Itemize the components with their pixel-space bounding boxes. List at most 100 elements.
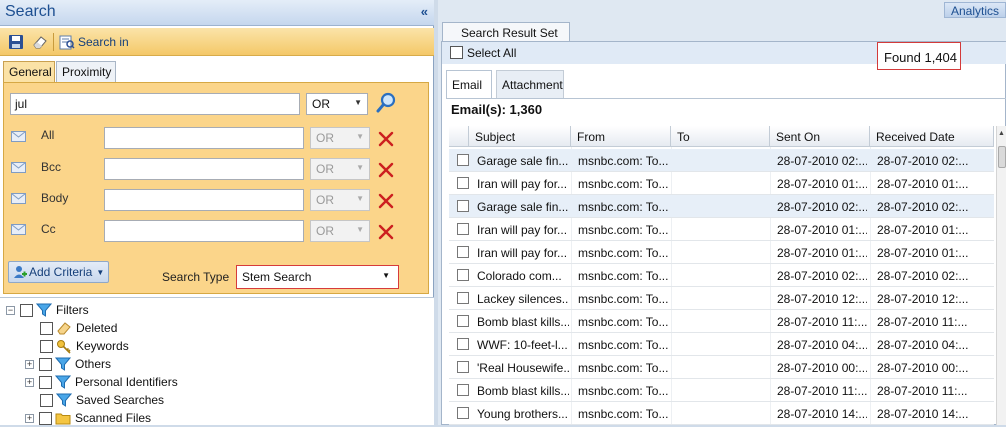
scanned-files-checkbox[interactable] <box>39 411 52 425</box>
cell-subject: Bomb blast kills... <box>477 315 569 329</box>
save-button[interactable] <box>8 32 24 52</box>
criterion-input-body[interactable] <box>104 189 304 211</box>
cell-sent-on: 28-07-2010 01:... <box>777 246 867 260</box>
table-row[interactable]: Lackey silences... msnbc.com: To... 28-07-… <box>449 287 994 310</box>
tree-node-label: Deleted <box>76 321 118 335</box>
row-checkbox[interactable] <box>457 154 469 166</box>
add-criteria-button[interactable]: Add Criteria ▼ <box>8 261 110 283</box>
table-row[interactable]: Iran will pay for... msnbc.com: To... 28-0… <box>449 172 994 195</box>
criterion-operator-value: OR <box>316 131 334 145</box>
table-row[interactable]: Iran will pay for... msnbc.com: To... 28-0… <box>449 241 994 264</box>
envelope-icon <box>11 131 26 142</box>
remove-criterion-icon[interactable] <box>378 162 394 178</box>
row-checkbox[interactable] <box>457 384 469 396</box>
query-operator-value: OR <box>312 97 330 111</box>
row-checkbox[interactable] <box>457 338 469 350</box>
cell-received-date: 28-07-2010 11:... <box>877 384 968 398</box>
table-row[interactable]: WWF: 10-feet-l... msnbc.com: To... 28-07-2… <box>449 333 994 356</box>
criterion-operator-select[interactable]: OR ▼ <box>310 189 370 211</box>
criterion-operator-select[interactable]: OR ▼ <box>310 158 370 180</box>
expand-node-toggle[interactable]: + <box>25 377 34 387</box>
chevron-down-icon: ▼ <box>356 132 364 141</box>
envelope-icon <box>11 224 26 235</box>
criterion-input-bcc[interactable] <box>104 158 304 180</box>
collapse-pane-icon[interactable]: « <box>421 4 428 19</box>
cell-received-date: 28-07-2010 01:... <box>877 177 969 191</box>
table-row[interactable]: Bomb blast kills... msnbc.com: To... 28-07… <box>449 379 994 402</box>
tab-search-result-set[interactable]: Search Result Set <box>442 22 570 42</box>
column-header-from[interactable]: From <box>571 126 671 147</box>
funnel-icon <box>55 357 71 371</box>
eraser-icon <box>33 36 47 49</box>
analytics-button[interactable]: Analytics <box>943 2 1006 18</box>
select-all-checkbox[interactable] <box>450 46 463 59</box>
column-header-sent-on[interactable]: Sent On <box>770 126 870 147</box>
filters-checkbox[interactable] <box>20 303 33 317</box>
cell-sent-on: 28-07-2010 02:... <box>777 269 867 283</box>
cell-subject: Lackey silences... <box>477 292 569 306</box>
tab-general[interactable]: General <box>3 61 55 83</box>
tree-node-saved-searches: Saved Searches <box>40 391 164 409</box>
remove-criterion-icon[interactable] <box>378 193 394 209</box>
search-type-select[interactable]: Stem Search ▼ <box>236 265 399 289</box>
cell-received-date: 28-07-2010 04:... <box>877 338 969 352</box>
row-checkbox[interactable] <box>457 407 469 419</box>
row-checkbox[interactable] <box>457 361 469 373</box>
row-checkbox[interactable] <box>457 269 469 281</box>
criterion-operator-value: OR <box>316 224 334 238</box>
search-in-button[interactable]: Search in <box>59 32 129 52</box>
cell-received-date: 28-07-2010 14:... <box>877 407 969 421</box>
deleted-checkbox[interactable] <box>40 321 53 335</box>
personal-identifiers-checkbox[interactable] <box>39 375 52 389</box>
tab-attachment[interactable]: Attachment <box>496 70 564 98</box>
vertical-scrollbar[interactable]: ▲ <box>996 126 1006 425</box>
table-row[interactable]: Bomb blast kills... msnbc.com: To... 28-07… <box>449 310 994 333</box>
row-checkbox[interactable] <box>457 315 469 327</box>
tree-node-keywords: Keywords <box>40 337 129 355</box>
remove-criterion-icon[interactable] <box>378 131 394 147</box>
criterion-input-cc[interactable] <box>104 220 304 242</box>
expand-node-toggle[interactable]: + <box>25 413 34 423</box>
others-checkbox[interactable] <box>39 357 52 371</box>
remove-criterion-icon[interactable] <box>378 224 394 240</box>
criterion-operator-select[interactable]: OR ▼ <box>310 220 370 242</box>
clear-button[interactable] <box>32 32 48 52</box>
search-in-icon <box>59 35 75 50</box>
cell-received-date: 28-07-2010 12:... <box>877 292 969 306</box>
criterion-operator-select[interactable]: OR ▼ <box>310 127 370 149</box>
table-row[interactable]: 'Real Housewife... msnbc.com: To... 28-07-… <box>449 356 994 379</box>
tab-proximity[interactable]: Proximity <box>56 61 116 82</box>
table-row[interactable]: Colorado com... msnbc.com: To... 28-07-201… <box>449 264 994 287</box>
scroll-thumb[interactable] <box>998 146 1006 168</box>
divider <box>446 98 1006 99</box>
cell-subject: WWF: 10-feet-l... <box>477 338 568 352</box>
row-checkbox[interactable] <box>457 177 469 189</box>
table-row[interactable]: Young brothers... msnbc.com: To... 28-07-2… <box>449 402 994 425</box>
funnel-icon <box>55 375 71 389</box>
keywords-checkbox[interactable] <box>40 339 53 353</box>
collapse-node-toggle[interactable]: − <box>6 305 15 315</box>
search-button[interactable] <box>375 92 397 114</box>
column-header-to[interactable]: To <box>671 126 770 147</box>
query-operator-select[interactable]: OR ▼ <box>306 93 368 115</box>
add-criteria-label: Add Criteria <box>29 265 93 279</box>
cell-subject: Iran will pay for... <box>477 246 568 260</box>
query-input[interactable]: jul <box>10 93 300 115</box>
row-checkbox[interactable] <box>457 292 469 304</box>
row-checkbox[interactable] <box>457 246 469 258</box>
eraser-icon <box>57 322 71 335</box>
tab-email[interactable]: Email <box>446 70 492 99</box>
cell-received-date: 28-07-2010 01:... <box>877 223 969 237</box>
expand-node-toggle[interactable]: + <box>25 359 34 369</box>
column-header-subject[interactable]: Subject <box>469 126 571 147</box>
criterion-input-all[interactable] <box>104 127 304 149</box>
saved-searches-checkbox[interactable] <box>40 393 53 407</box>
table-row[interactable]: Garage sale fin... msnbc.com: To... 28-07-… <box>449 195 994 218</box>
scroll-up-icon[interactable]: ▲ <box>998 130 1005 137</box>
table-row[interactable]: Iran will pay for... msnbc.com: To... 28-0… <box>449 218 994 241</box>
column-header-received-date[interactable]: Received Date <box>870 126 994 147</box>
search-pane-header: Search « <box>0 0 434 26</box>
table-row[interactable]: Garage sale fin... msnbc.com: To... 28-07-… <box>449 149 994 172</box>
row-checkbox[interactable] <box>457 200 469 212</box>
row-checkbox[interactable] <box>457 223 469 235</box>
